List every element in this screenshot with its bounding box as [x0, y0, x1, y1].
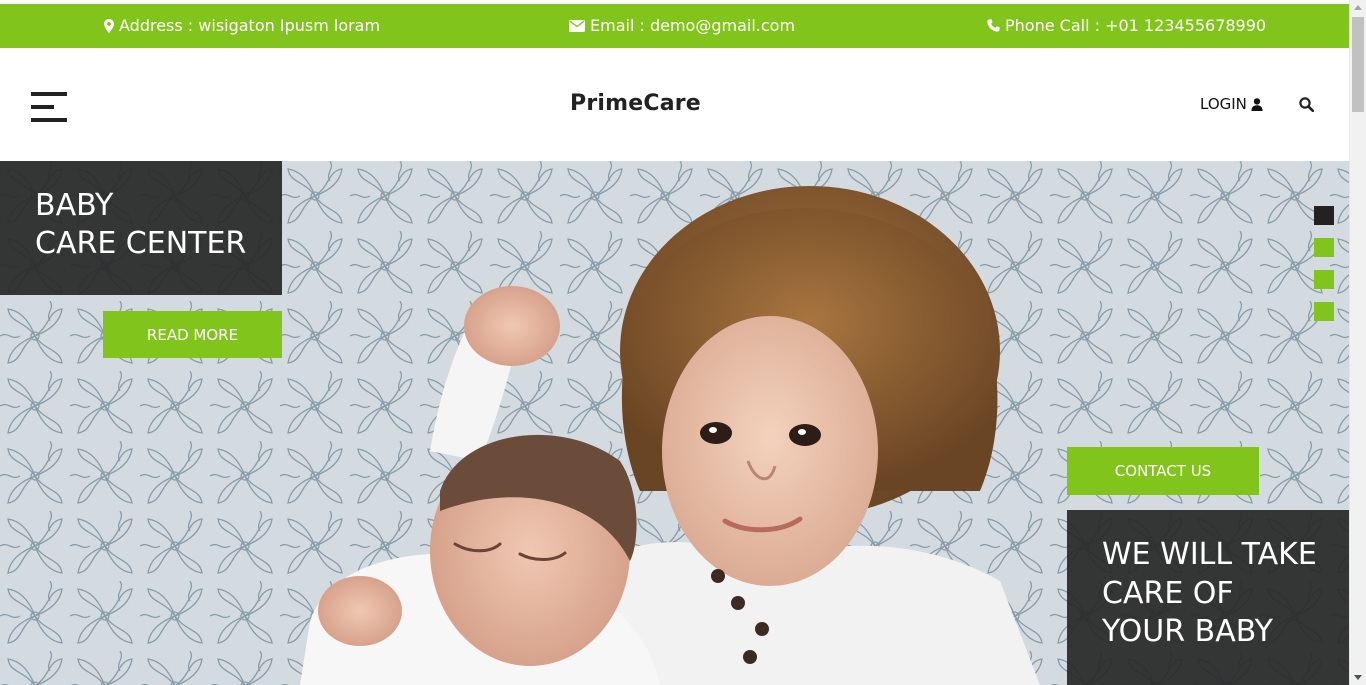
slider-dot-2[interactable]: [1314, 238, 1334, 257]
scroll-down-arrow-icon[interactable]: [1354, 675, 1362, 680]
hero-tagline-panel: WE WILL TAKE CARE OF YOUR BABY: [1067, 510, 1349, 685]
page: Address : wisigaton Ipusm loram Email : …: [0, 0, 1349, 685]
tagline-line-2: CARE OF: [1102, 575, 1234, 611]
site-brand[interactable]: PrimeCare: [570, 91, 701, 116]
page-scrollbar[interactable]: [1349, 0, 1366, 685]
login-label: LOGIN: [1200, 95, 1247, 113]
contact-us-button[interactable]: CONTACT US: [1067, 447, 1259, 495]
login-link[interactable]: LOGIN: [1200, 95, 1263, 113]
scroll-up-arrow-icon[interactable]: [1354, 5, 1362, 10]
hero-slider: BABY CARE CENTER READ MORE CONTACT US WE…: [0, 161, 1349, 685]
hamburger-menu-icon[interactable]: [31, 92, 67, 122]
hero-title-line-1: BABY: [35, 188, 114, 223]
email-info: Email : demo@gmail.com: [569, 16, 795, 35]
slider-dot-4[interactable]: [1314, 302, 1334, 321]
hero-title-panel: BABY CARE CENTER: [0, 161, 282, 295]
scrollbar-thumb[interactable]: [1352, 17, 1364, 112]
slider-dot-1[interactable]: [1314, 206, 1334, 225]
phone-info: Phone Call : +01 123455678990: [987, 16, 1266, 35]
site-header: PrimeCare LOGIN: [0, 48, 1349, 161]
tagline-line-1: WE WILL TAKE: [1102, 537, 1317, 572]
slider-dot-3[interactable]: [1314, 270, 1334, 289]
search-icon[interactable]: [1299, 97, 1315, 116]
map-marker-icon: [104, 18, 114, 33]
address-info: Address : wisigaton Ipusm loram: [104, 16, 380, 35]
hero-title-line-2: CARE CENTER: [35, 226, 247, 261]
address-text: Address : wisigaton Ipusm loram: [119, 16, 381, 35]
email-text[interactable]: Email : demo@gmail.com: [590, 16, 795, 35]
phone-text[interactable]: Phone Call : +01 123455678990: [1005, 16, 1266, 35]
tagline-line-3: YOUR BABY: [1102, 614, 1274, 649]
phone-icon: [987, 19, 1000, 32]
read-more-button[interactable]: READ MORE: [103, 311, 282, 358]
contact-info-bar: Address : wisigaton Ipusm loram Email : …: [0, 4, 1349, 48]
user-icon: [1251, 97, 1263, 111]
envelope-icon: [569, 19, 585, 32]
